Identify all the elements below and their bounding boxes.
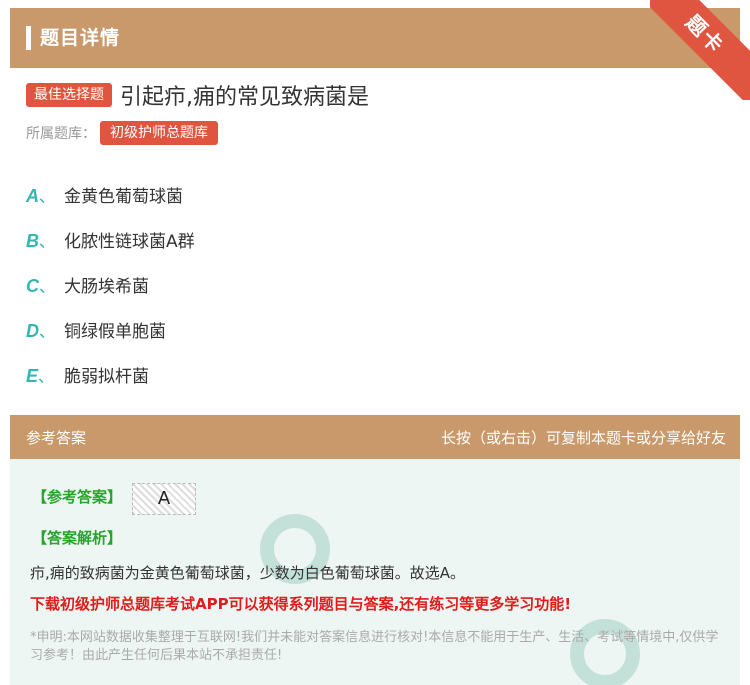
detail-header: 题目详情 (10, 8, 740, 68)
download-app-link[interactable]: 下载初级护师总题库考试APP可以获得系列题目与答案,还有练习等更多学习功能! (30, 593, 571, 614)
option-letter: C、 (26, 275, 56, 296)
answer-tag: 【参考答案】 (32, 488, 123, 506)
option-text: 脆弱拟杆菌 (64, 367, 149, 387)
option-text: 铜绿假单胞菌 (64, 322, 166, 342)
analysis-tag: 【答案解析】 (32, 529, 123, 547)
option-d[interactable]: D、 铜绿假单胞菌 (26, 307, 195, 352)
analysis-text: 疖,痈的致病菌为金黄色葡萄球菌，少数为白色葡萄球菌。故选A。 (30, 564, 466, 582)
disclaimer: *申明:本网站数据收集整理于互联网!我们并未能对答案信息进行核对!本信息不能用于… (30, 630, 719, 663)
option-list: A、 金黄色葡萄球菌 B、 化脓性链球菌A群 C、 大肠埃希菌 D、 铜绿假单胞… (26, 172, 195, 397)
question-text: 引起疖,痈的常见致病菌是 (120, 85, 369, 110)
answer-value-image: A (132, 483, 196, 515)
answer-panel: 【参考答案】 A 【答案解析】 疖,痈的致病菌为金黄色葡萄球菌，少数为白色葡萄球… (10, 459, 740, 685)
option-letter: E、 (26, 365, 55, 386)
option-b[interactable]: B、 化脓性链球菌A群 (26, 217, 195, 262)
corner-ribbon-label: 题卡 (650, 0, 750, 100)
answer-section-header: 参考答案 长按（或右击）可复制本题卡或分享给好友 (10, 415, 740, 459)
bank-link[interactable]: 初级护师总题库 (100, 121, 218, 145)
option-letter: B、 (26, 230, 56, 251)
corner-ribbon: 题卡 (650, 0, 750, 100)
bank-label: 所属题库： (26, 126, 96, 142)
option-letter: A、 (26, 185, 56, 206)
answer-section-title: 参考答案 (26, 429, 87, 447)
option-a[interactable]: A、 金黄色葡萄球菌 (26, 172, 195, 217)
option-text: 大肠埃希菌 (64, 277, 149, 297)
question-bank-row: 所属题库： 初级护师总题库 (26, 121, 218, 145)
option-letter: D、 (26, 320, 56, 341)
page-title: 题目详情 (40, 27, 121, 49)
option-e[interactable]: E、 脆弱拟杆菌 (26, 352, 195, 397)
option-text: 化脓性链球菌A群 (64, 232, 195, 252)
option-text: 金黄色葡萄球菌 (64, 187, 183, 207)
question-type-badge: 最佳选择题 (26, 83, 112, 107)
header-accent-bar (26, 26, 31, 50)
option-c[interactable]: C、 大肠埃希菌 (26, 262, 195, 307)
question-row: 最佳选择题 引起疖,痈的常见致病菌是 (26, 80, 369, 110)
copy-hint: 长按（或右击）可复制本题卡或分享给好友 (440, 429, 726, 447)
